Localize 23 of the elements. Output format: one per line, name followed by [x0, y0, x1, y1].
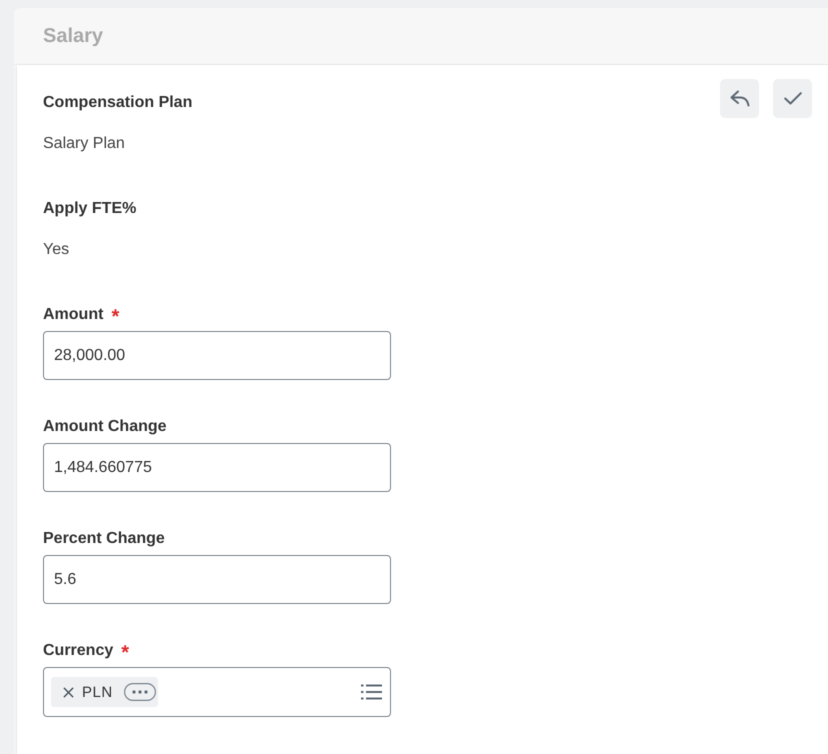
input-field[interactable]: 1,484.660775: [43, 443, 391, 492]
chip-label: PLN: [82, 684, 113, 700]
reply-arrow-icon: [730, 90, 750, 107]
section-title: Salary: [43, 24, 104, 48]
field-label: Amount Change: [43, 417, 167, 437]
confirm-button[interactable]: [773, 79, 812, 118]
field-label: Amount: [43, 305, 104, 325]
field-label: Apply FTE%: [43, 199, 136, 219]
more-icon[interactable]: [124, 683, 156, 701]
field-label: Percent Change: [43, 529, 165, 549]
checkmark-icon: [784, 92, 802, 105]
undo-button[interactable]: [720, 79, 759, 118]
field-label: Compensation Plan: [43, 93, 192, 113]
close-icon[interactable]: [63, 686, 74, 698]
required-mark: *: [111, 307, 120, 327]
field-value: Yes: [43, 240, 70, 260]
multiselect-field[interactable]: PLN: [43, 667, 391, 717]
input-field[interactable]: 28,000.00: [43, 331, 391, 380]
field-value: Salary Plan: [43, 134, 126, 154]
list-icon[interactable]: [361, 684, 382, 700]
field-label: Currency: [43, 641, 114, 661]
input-field[interactable]: 5.6: [43, 555, 391, 604]
required-mark: *: [121, 643, 130, 663]
